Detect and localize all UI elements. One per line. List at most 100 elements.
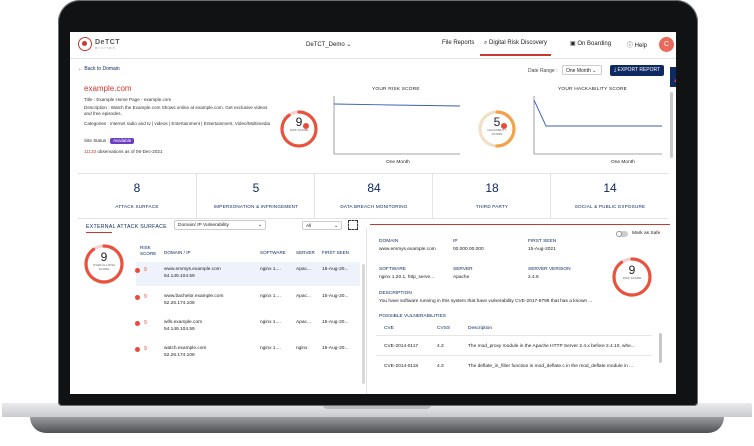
mark-safe-toggle[interactable] [616,231,628,237]
status-badge: Available [110,138,135,144]
stat-label: THIRD PARTY [475,204,509,209]
detail-panel: Mark as Safe DOMAIN www.emmys.example.co… [370,224,670,394]
col-domain-ip[interactable]: DOMAIN / IP [164,250,191,255]
vuln-cve: CVE-2014-0117 [384,344,419,349]
date-range-select[interactable]: One Month ⌄ [562,65,602,75]
app-logo[interactable]: DeTCT BY CYTRIX [78,37,120,51]
top-navbar: DeTCT BY CYTRIX DeTCT_Demo ⌄ File Report… [70,32,676,59]
chevron-down-icon: ⌄ [590,68,597,74]
description-label: DESCRIPTION [379,291,412,296]
alert-icon [135,347,140,352]
observations-text: observations as of 06-Dec-2021 [96,149,163,154]
logo-icon [78,37,92,51]
stat-value: 18 [485,181,499,195]
stat-label: SOCIAL & PUBLIC EXPOSURE [574,204,646,209]
vulnerability-filter-select[interactable]: Domain/ IP Vulnerability ⌄ [174,220,266,230]
laptop-base-bottom [30,417,724,433]
col-description[interactable]: Description [468,326,492,331]
server-label: SERVER [453,267,473,272]
vuln-cvss: 4.3 [437,364,444,369]
row-server: nginx [296,346,308,351]
server-value: Apache [453,275,470,280]
table-row[interactable]: 9 www.bachelor.example.com 52.26.174.108 … [135,289,360,313]
detail-risk-label: RISK SCORE [622,276,642,280]
site-status: Site Status : Available [84,138,274,144]
date-range-label: Date Range : [528,68,558,74]
stat-social-exposure[interactable]: 14 SOCIAL & PUBLIC EXPOSURE [550,174,669,218]
nav-digital-risk-discovery[interactable]: ⌕ Digital Risk Discovery [479,40,552,56]
row-ip: 52.26.174.108 [164,301,195,306]
detail-risk-value: 9 [628,263,636,277]
col-software[interactable]: SOFTWARE [260,250,286,255]
nav-file-reports[interactable]: File Reports [442,40,474,46]
vulnerabilities-title: POSSIBLE VULNERABILITIES [379,314,446,319]
stat-impersonation[interactable]: 5 IMPERSONATION & INFRINGEMENT [196,174,315,218]
vuln-row[interactable]: CVE-2014-0118 4.3 The deflate_in_filter … [376,355,652,376]
user-avatar[interactable]: C [659,37,674,52]
row-first-seen: 15-Aug-20... [322,267,349,272]
stat-attack-surface[interactable]: 8 ATTACK SURFACE [78,174,196,218]
row-score: 9 [144,346,147,352]
nav-on-boarding[interactable]: ▣ On Boarding [570,40,611,47]
alert-tab[interactable] [670,67,676,87]
col-cve[interactable]: CVE [384,326,394,331]
nav-label: On Boarding [577,41,612,47]
vuln-scrollbar[interactable] [659,333,662,363]
all-filter-select[interactable]: All ⌄ [302,221,342,230]
domain-description: Description : Watch the Example.com Show… [84,105,268,116]
expand-icon[interactable] [348,220,358,230]
software-value: nginx 1.20.1, http_serve... [379,275,435,280]
logo-subtext: BY CYTRIX [95,45,116,50]
table-row[interactable]: 9 www.emmys.example.com 54.149.104.59 ngi… [135,262,360,286]
row-first-seen: 15-Aug-20... [322,320,349,325]
risk-trend-chart [333,96,461,155]
row-server: Apac... [296,320,311,325]
vuln-cve: CVE-2014-0118 [384,364,419,369]
risk-score-label: RISK SCORE [289,128,309,132]
stat-third-party[interactable]: 18 THIRD PARTY [432,174,551,218]
chevron-down-icon: ⌄ [333,224,338,229]
stat-data-breach[interactable]: 84 DATA BREACH MONITORING [314,174,433,218]
col-first-seen[interactable]: FIRST SEEN [322,250,349,255]
mark-safe-label: Mark as Safe [632,231,661,236]
risk-trend-line [333,103,461,107]
domain-value: www.emmys.example.com [379,247,436,252]
hack-chart-caption: One Month [611,160,635,165]
col-cvss[interactable]: CVSS [437,326,450,331]
export-report-button[interactable]: ⤓ EXPORT REPORT [610,65,664,76]
row-ip: 54.149.104.59 [164,327,195,332]
row-score: 9 [144,267,147,273]
alert-dot-icon [303,123,309,129]
help-icon: ⓘ [627,43,635,49]
col-server[interactable]: SERVER [296,250,315,255]
laptop-base [0,403,754,446]
detail-risk-wrap: 9 RISK SCORE [618,263,646,291]
stat-value: 14 [603,181,617,195]
domain-label: DOMAIN [379,239,399,244]
overall-score-label: OVER ALL RISK SCORE [92,263,116,271]
risk-chart-title: YOUR RISK SCORE [372,87,420,92]
all-value: All [306,224,312,229]
hack-trend-line [533,99,662,127]
vuln-row[interactable]: CVE-2014-0117 4.3 The mod_proxy module i… [376,335,652,356]
server-version-label: SERVER VERSION [528,267,571,272]
hack-score-label: HACKABILITY SCORE [487,128,507,136]
back-to-domain-link[interactable]: ← Back to Domain [78,66,120,72]
table-row[interactable]: 9 wifs.example.com 54.149.104.59 nginx 1.… [135,315,360,339]
tenant-selector[interactable]: DeTCT_Demo ⌄ [306,41,351,48]
row-domain-ip: www.bachelor.example.com 52.26.174.108 [164,293,223,307]
stat-value: 5 [252,181,260,195]
col-risk-score[interactable]: RISK SCORE [140,245,162,257]
table-scrollbar[interactable] [362,264,365,384]
server-version-value: 2.4.6 [528,275,539,280]
nav-help[interactable]: ⓘ Help [627,40,647,49]
chevron-down-icon: ⌄ [346,42,352,48]
page-scrollbar[interactable] [670,92,673,158]
pane-divider [366,228,367,394]
row-server: Apac... [296,294,311,299]
hack-trend-chart [533,96,662,155]
domain-categories: Categories : internet radio and tv | vid… [84,121,271,126]
vuln-desc: The deflate_in_filter function in mod_de… [468,364,634,369]
table-row[interactable]: 9 watch.example.com 52.26.174.108 nginx 1… [135,341,360,365]
app-screen: DeTCT BY CYTRIX DeTCT_Demo ⌄ File Report… [70,32,676,394]
